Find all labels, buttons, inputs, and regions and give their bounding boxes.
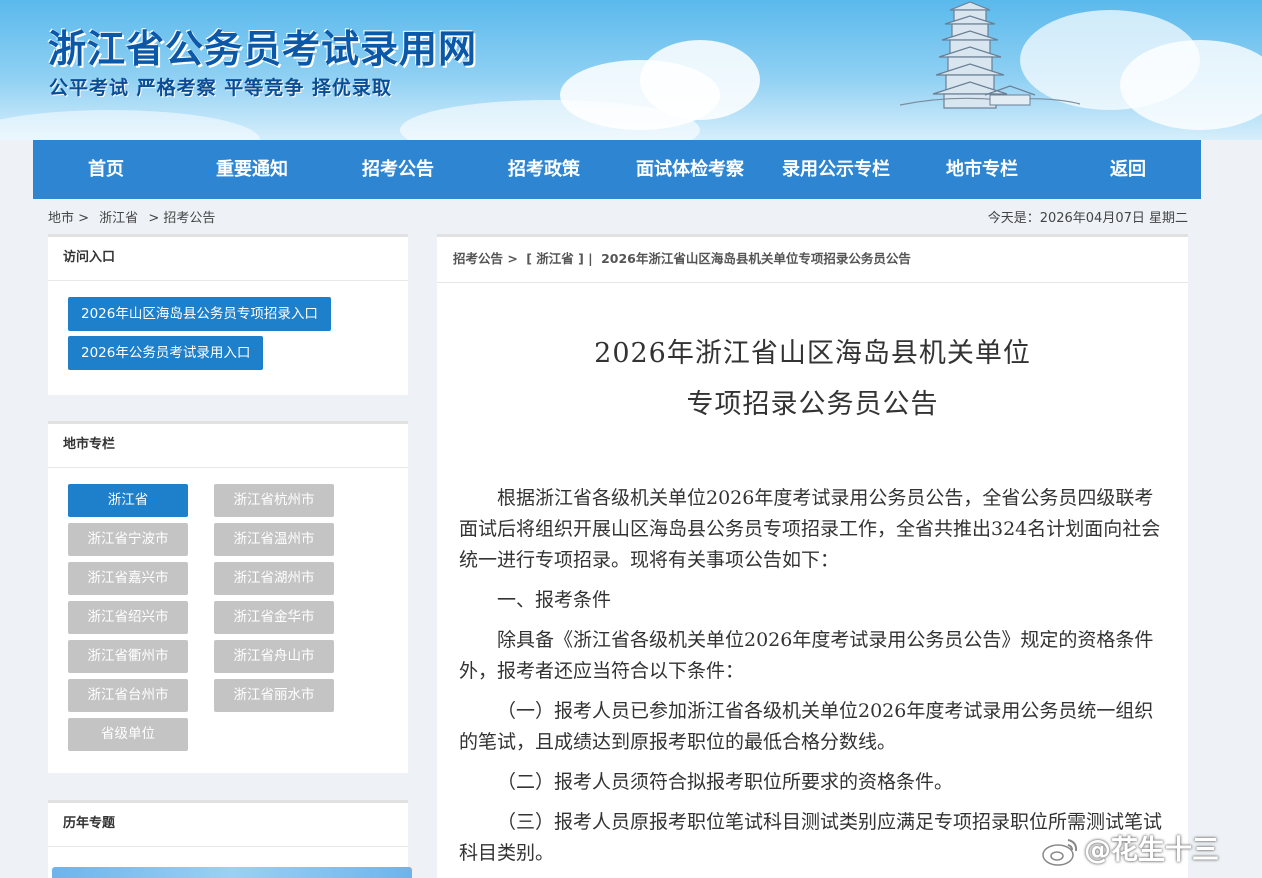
nav-recruitment-announcement[interactable]: 招考公告 [325, 140, 471, 199]
city-ningbo[interactable]: 浙江省宁波市 [68, 523, 188, 556]
nav-back[interactable]: 返回 [1055, 140, 1201, 199]
main-navbar: 首页 重要通知 招考公告 招考政策 面试体检考察 录用公示专栏 地市专栏 返回 [33, 140, 1201, 199]
breadcrumb-city[interactable]: 地市 > [48, 211, 89, 226]
article-title-line2: 专项招录公务员公告 [686, 389, 939, 420]
site-slogan: 公平考试 严格考察 平等竞争 择优录取 [49, 77, 392, 99]
nav-hiring-publicity[interactable]: 录用公示专栏 [763, 140, 909, 199]
special-recruit-entry-button[interactable]: 2026年山区海岛县公务员专项招录入口 [68, 297, 331, 331]
history-banner[interactable] [52, 867, 412, 878]
watermark-text: @花生十三 [1084, 835, 1219, 866]
city-zhejiang[interactable]: 浙江省 [68, 484, 188, 517]
current-date: 今天是：2026年04月07日 星期二 [987, 211, 1188, 226]
article-paragraph-intro: 根据浙江省各级机关单位2026年度考试录用公务员公告，全省公务员四级联考面试后将… [459, 487, 1161, 571]
city-jinhua[interactable]: 浙江省金华市 [214, 601, 334, 634]
city-quzhou[interactable]: 浙江省衢州市 [68, 640, 188, 673]
history-panel: 历年专题 [48, 800, 412, 878]
nav-home[interactable]: 首页 [33, 140, 179, 199]
access-panel-title: 访问入口 [48, 237, 408, 281]
article-paragraph-item2: （二）报考人员须符合拟报考职位所要求的资格条件。 [497, 771, 954, 793]
city-lishui[interactable]: 浙江省丽水市 [214, 679, 334, 712]
article-crumb-category[interactable]: 招考公告 > [453, 251, 518, 266]
history-panel-title: 历年专题 [48, 803, 408, 847]
city-hangzhou[interactable]: 浙江省杭州市 [214, 484, 334, 517]
site-title: 浙江省公务员考试录用网 [48, 27, 478, 71]
city-huzhou[interactable]: 浙江省湖州市 [214, 562, 334, 595]
city-provincial-units[interactable]: 省级单位 [68, 718, 188, 751]
pagoda-icon [899, 1, 1081, 109]
article-title-line1: 2026年浙江省山区海岛县机关单位 [594, 338, 1031, 369]
article-crumb-title: 2026年浙江省山区海岛县机关单位专项招录公务员公告 [601, 251, 911, 266]
nav-recruitment-policy[interactable]: 招考政策 [471, 140, 617, 199]
city-panel: 地市专栏 浙江省 浙江省杭州市 浙江省宁波市 浙江省温州市 浙江省嘉兴市 浙江省… [48, 421, 408, 773]
article-paragraph-conditions: 除具备《浙江省各级机关单位2026年度考试录用公务员公告》规定的资格条件外，报考… [459, 629, 1154, 682]
city-taizhou[interactable]: 浙江省台州市 [68, 679, 188, 712]
article-breadcrumb: 招考公告 > [ 浙江省 ] | 2026年浙江省山区海岛县机关单位专项招录公务… [437, 237, 1188, 283]
nav-important-notice[interactable]: 重要通知 [179, 140, 325, 199]
access-panel: 访问入口 2026年山区海岛县公务员专项招录入口 2026年公务员考试录用入口 [48, 234, 408, 395]
header-banner: 浙江省公务员考试录用网 公平考试 严格考察 平等竞争 择优录取 [0, 0, 1262, 140]
article-panel: 招考公告 > [ 浙江省 ] | 2026年浙江省山区海岛县机关单位专项招录公务… [437, 234, 1188, 878]
civil-exam-entry-button[interactable]: 2026年公务员考试录用入口 [68, 336, 264, 370]
article-section-heading: 一、报考条件 [497, 589, 612, 611]
nav-city-column[interactable]: 地市专栏 [909, 140, 1055, 199]
city-panel-title: 地市专栏 [48, 424, 408, 468]
city-zhoushan[interactable]: 浙江省舟山市 [214, 640, 334, 673]
city-shaoxing[interactable]: 浙江省绍兴市 [68, 601, 188, 634]
article-crumb-region[interactable]: [ 浙江省 ] | [526, 251, 593, 266]
nav-interview-exam[interactable]: 面试体检考察 [617, 140, 763, 199]
city-wenzhou[interactable]: 浙江省温州市 [214, 523, 334, 556]
breadcrumb-province[interactable]: 浙江省 [99, 211, 138, 226]
breadcrumb-announcement[interactable]: > 招考公告 [148, 211, 215, 226]
weibo-icon [1042, 838, 1078, 866]
article-paragraph-item1: （一）报考人员已参加浙江省各级机关单位2026年度考试录用公务员统一组织的笔试，… [459, 700, 1154, 753]
breadcrumb: 地市 > 浙江省 > 招考公告 今天是：2026年04月07日 星期二 [48, 207, 1188, 227]
city-jiaxing[interactable]: 浙江省嘉兴市 [68, 562, 188, 595]
watermark: @花生十三 [1040, 828, 1255, 868]
